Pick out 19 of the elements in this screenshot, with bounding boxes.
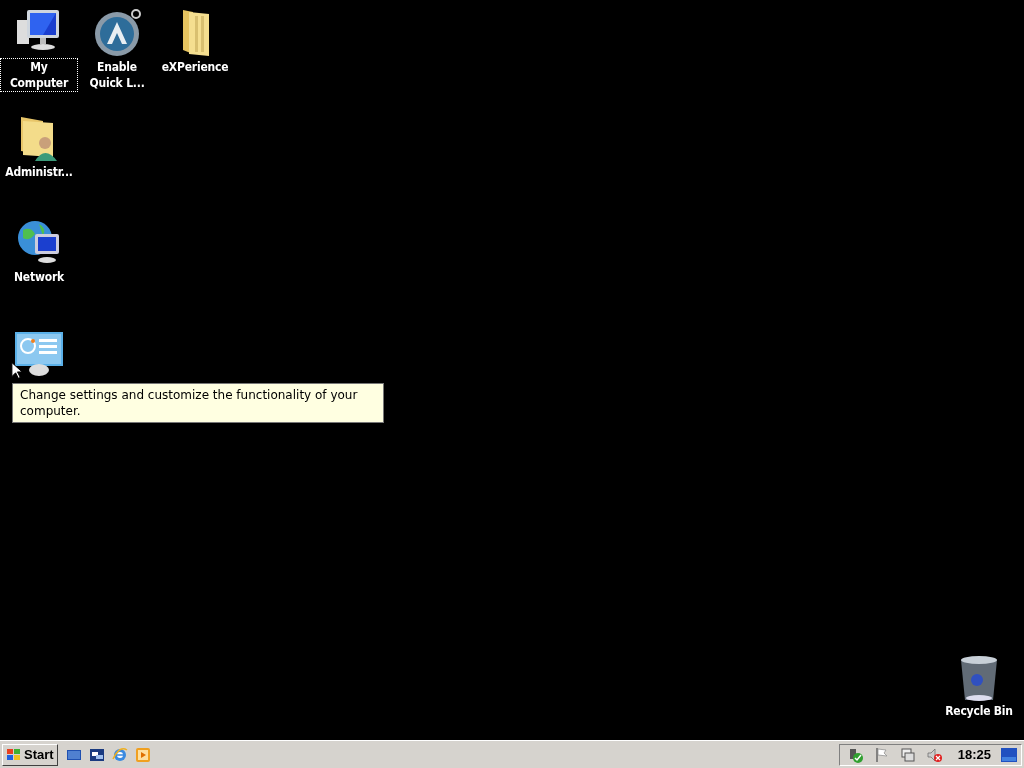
speaker-muted-icon[interactable]: [925, 746, 942, 763]
icon-label[interactable]: Enable Quick L...: [78, 58, 156, 92]
window-icon[interactable]: [88, 746, 105, 763]
tooltip: Change settings and customize the functionality of your computer.: [12, 383, 384, 423]
clock[interactable]: 18:25: [957, 747, 991, 762]
show-desktop-icon[interactable]: [1001, 746, 1017, 763]
flag-icon[interactable]: [873, 746, 890, 763]
icon-label[interactable]: Administr...: [3, 163, 75, 181]
browser-e-icon[interactable]: [111, 746, 128, 763]
network-icon[interactable]: [899, 746, 916, 763]
icon-label[interactable]: Recycle Bin: [943, 702, 1015, 720]
mouse-pointer-icon: [11, 361, 23, 380]
play-icon[interactable]: [134, 746, 151, 763]
windows-logo-icon: [6, 747, 22, 762]
shield-check-icon[interactable]: [847, 746, 864, 763]
icon-label[interactable]: Network: [12, 268, 66, 286]
icon-label[interactable]: eXPerience: [159, 58, 231, 76]
icon-label[interactable]: My Computer: [0, 58, 78, 92]
start-button[interactable]: Start: [2, 743, 58, 766]
